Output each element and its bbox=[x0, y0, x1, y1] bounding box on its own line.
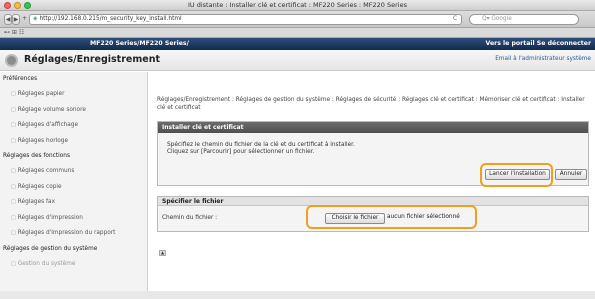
sidebar-item-paper[interactable]: □ Réglages papier bbox=[0, 87, 147, 103]
cancel-button[interactable]: Annuler bbox=[555, 169, 587, 180]
install-panel-title: Installer clé et certificat bbox=[158, 122, 588, 133]
minimize-window-button[interactable] bbox=[14, 2, 21, 9]
bullet-icon: □ bbox=[11, 214, 16, 221]
sidebar-item-report[interactable]: □ Réglages d'impression du rapport bbox=[0, 226, 147, 242]
bullet-icon: □ bbox=[11, 106, 16, 113]
instruction-line-1: Spécifiez le chemin du fichier de la clé… bbox=[167, 142, 355, 148]
sidebar-section-system: Réglages de gestion du système bbox=[3, 245, 98, 252]
bullet-icon: □ bbox=[11, 230, 16, 236]
sidebar-item-volume[interactable]: □ Réglage volume sonore bbox=[0, 103, 147, 119]
install-instructions: Spécifiez le chemin du fichier de la clé… bbox=[167, 142, 355, 156]
bullet-icon: □ bbox=[11, 168, 16, 174]
forward-icon[interactable]: ▶ bbox=[12, 14, 20, 25]
browser-toolbar: ◀ ▶ + ◈ http://192.168.0.215/m_security_k… bbox=[0, 11, 595, 28]
bullet-icon: □ bbox=[11, 137, 16, 144]
bullet-icon: □ bbox=[11, 183, 16, 190]
sidebar-item-clock[interactable]: □ Réglages horloge bbox=[0, 134, 147, 150]
sidebar-item-common[interactable]: □ Réglages communs bbox=[0, 164, 147, 180]
bullet-icon: □ bbox=[11, 122, 16, 128]
bullet-icon: □ bbox=[11, 260, 16, 267]
add-tab-icon[interactable]: + bbox=[21, 14, 28, 25]
gear-icon bbox=[5, 54, 18, 67]
bullet-icon: □ bbox=[11, 91, 16, 97]
scroll-top-icon[interactable]: ▲ bbox=[159, 250, 166, 256]
header-links[interactable]: Vers le portail Se déconnecter bbox=[486, 38, 592, 50]
reload-icon[interactable]: C bbox=[453, 15, 457, 24]
app-header: MF220 Series/MF220 Series/ Vers le porta… bbox=[0, 38, 595, 50]
address-bar[interactable]: ◈ http://192.168.0.215/m_security_key_ins… bbox=[29, 14, 462, 25]
main-content: Réglages/Enregistrement : Réglages de ge… bbox=[148, 72, 595, 299]
bullet-icon: □ bbox=[11, 199, 16, 205]
breadcrumb: Réglages/Enregistrement : Réglages de ge… bbox=[157, 97, 585, 111]
page-title: Réglages/Enregistrement bbox=[24, 54, 161, 65]
site-icon: ◈ bbox=[33, 16, 38, 22]
sidebar-item-print[interactable]: □ Réglages d'impression bbox=[0, 211, 147, 227]
highlight-start-button bbox=[480, 163, 553, 187]
back-icon[interactable]: ◀ bbox=[4, 14, 12, 25]
browser-window: IU distante : Installer clé et certifica… bbox=[0, 0, 595, 299]
instruction-line-2: Cliquez sur [Parcourir] pour sélectionne… bbox=[167, 149, 315, 155]
file-path-label: Chemin du fichier : bbox=[162, 215, 218, 221]
sidebar-item-system-management[interactable]: □ Gestion du système bbox=[0, 257, 147, 273]
url-text: http://192.168.0.215/m_security_key_inst… bbox=[39, 16, 182, 22]
bottom-strip bbox=[0, 291, 595, 299]
close-window-button[interactable] bbox=[4, 2, 11, 9]
zoom-window-button[interactable] bbox=[24, 2, 31, 9]
sidebar-item-fax[interactable]: □ Réglages fax bbox=[0, 195, 147, 211]
window-controls bbox=[4, 2, 31, 9]
sidebar-item-copy[interactable]: □ Réglages copie bbox=[0, 180, 147, 196]
bookmarks-bar[interactable]: ⊷ ⊞ ☷ bbox=[0, 28, 595, 38]
window-title: IU distante : Installer clé et certifica… bbox=[187, 1, 407, 9]
sidebar-section-preferences: Préférences bbox=[3, 76, 38, 82]
sidebar: Préférences □ Réglages papier □ Réglage vo… bbox=[0, 72, 148, 299]
sidebar-item-display[interactable]: □ Réglages d'affichage bbox=[0, 118, 147, 134]
highlight-file-chooser bbox=[306, 205, 477, 229]
model-name: MF220 Series/MF220 Series/ bbox=[90, 40, 189, 47]
email-admin-link[interactable]: Email à l'administrateur système bbox=[495, 56, 591, 62]
sidebar-section-functions: Réglages des fonctions bbox=[3, 153, 70, 159]
title-bar: IU distante : Installer clé et certifica… bbox=[0, 0, 595, 11]
search-input[interactable]: Q▾ Google bbox=[469, 14, 579, 25]
page-header: Réglages/Enregistrement Email à l'admini… bbox=[0, 50, 595, 71]
